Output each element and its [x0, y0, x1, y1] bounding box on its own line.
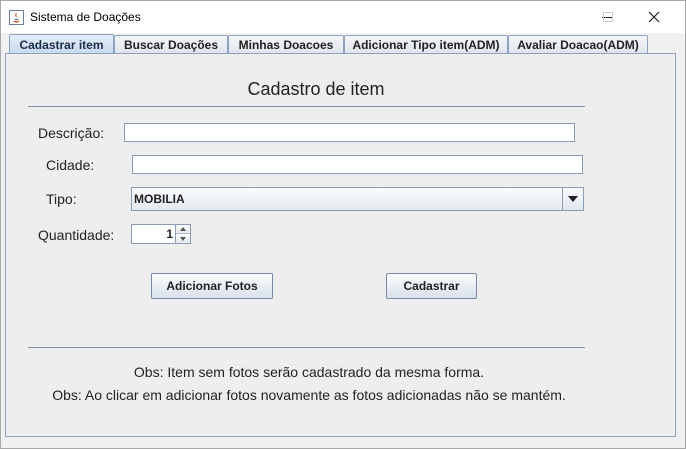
- tab-adicionar-tipo-item[interactable]: Adicionar Tipo item(ADM): [344, 35, 508, 53]
- quantidade-stepper[interactable]: 1: [131, 224, 191, 244]
- title-bar[interactable]: Sistema de Doações: [1, 1, 685, 33]
- cidade-label: Cidade:: [46, 157, 95, 173]
- descricao-input[interactable]: [124, 123, 575, 142]
- arrow-up-icon: [180, 227, 186, 231]
- stepper-buttons: [175, 225, 190, 243]
- top-separator: [28, 106, 585, 107]
- tipo-label: Tipo:: [46, 191, 77, 207]
- increment-button[interactable]: [176, 225, 190, 234]
- tab-cadastrar-item[interactable]: Cadastrar item: [9, 34, 114, 54]
- window-title: Sistema de Doações: [30, 10, 141, 24]
- java-app-icon: [9, 10, 24, 25]
- tipo-select[interactable]: MOBILIA: [131, 187, 584, 211]
- tipo-dropdown-button[interactable]: [562, 188, 583, 210]
- form-heading: Cadastro de item: [247, 79, 385, 99]
- note-photos-reset: Obs: Ao clicar em adicionar fotos novame…: [52, 387, 566, 403]
- cidade-input[interactable]: [132, 155, 583, 174]
- maximize-icon: [603, 12, 613, 22]
- tab-buscar-doacoes[interactable]: Buscar Doações: [114, 35, 228, 53]
- close-button[interactable]: [631, 1, 677, 33]
- tipo-selected-value: MOBILIA: [134, 192, 185, 206]
- descricao-label: Descrição:: [38, 125, 105, 141]
- arrow-down-icon: [180, 236, 186, 241]
- chevron-down-icon: [568, 196, 578, 202]
- tab-minhas-doacoes[interactable]: Minhas Doacoes: [228, 35, 344, 53]
- quantidade-value[interactable]: 1: [166, 227, 173, 241]
- cadastrar-button[interactable]: Cadastrar: [386, 273, 477, 299]
- tab-strip: Cadastrar item Buscar Doações Minhas Doa…: [1, 33, 685, 54]
- note-no-photos: Obs: Item sem fotos serão cadastrado da …: [133, 364, 485, 380]
- app-window: Sistema de Doações Cadastrar item Buscar…: [0, 0, 686, 449]
- tab-avaliar-doacao[interactable]: Avaliar Doacao(ADM): [508, 35, 648, 53]
- add-photos-button[interactable]: Adicionar Fotos: [151, 273, 273, 299]
- quantidade-label: Quantidade:: [38, 227, 115, 243]
- close-icon: [648, 11, 660, 23]
- bottom-separator: [28, 347, 585, 348]
- decrement-button[interactable]: [176, 234, 190, 243]
- maximize-button[interactable]: [585, 1, 631, 33]
